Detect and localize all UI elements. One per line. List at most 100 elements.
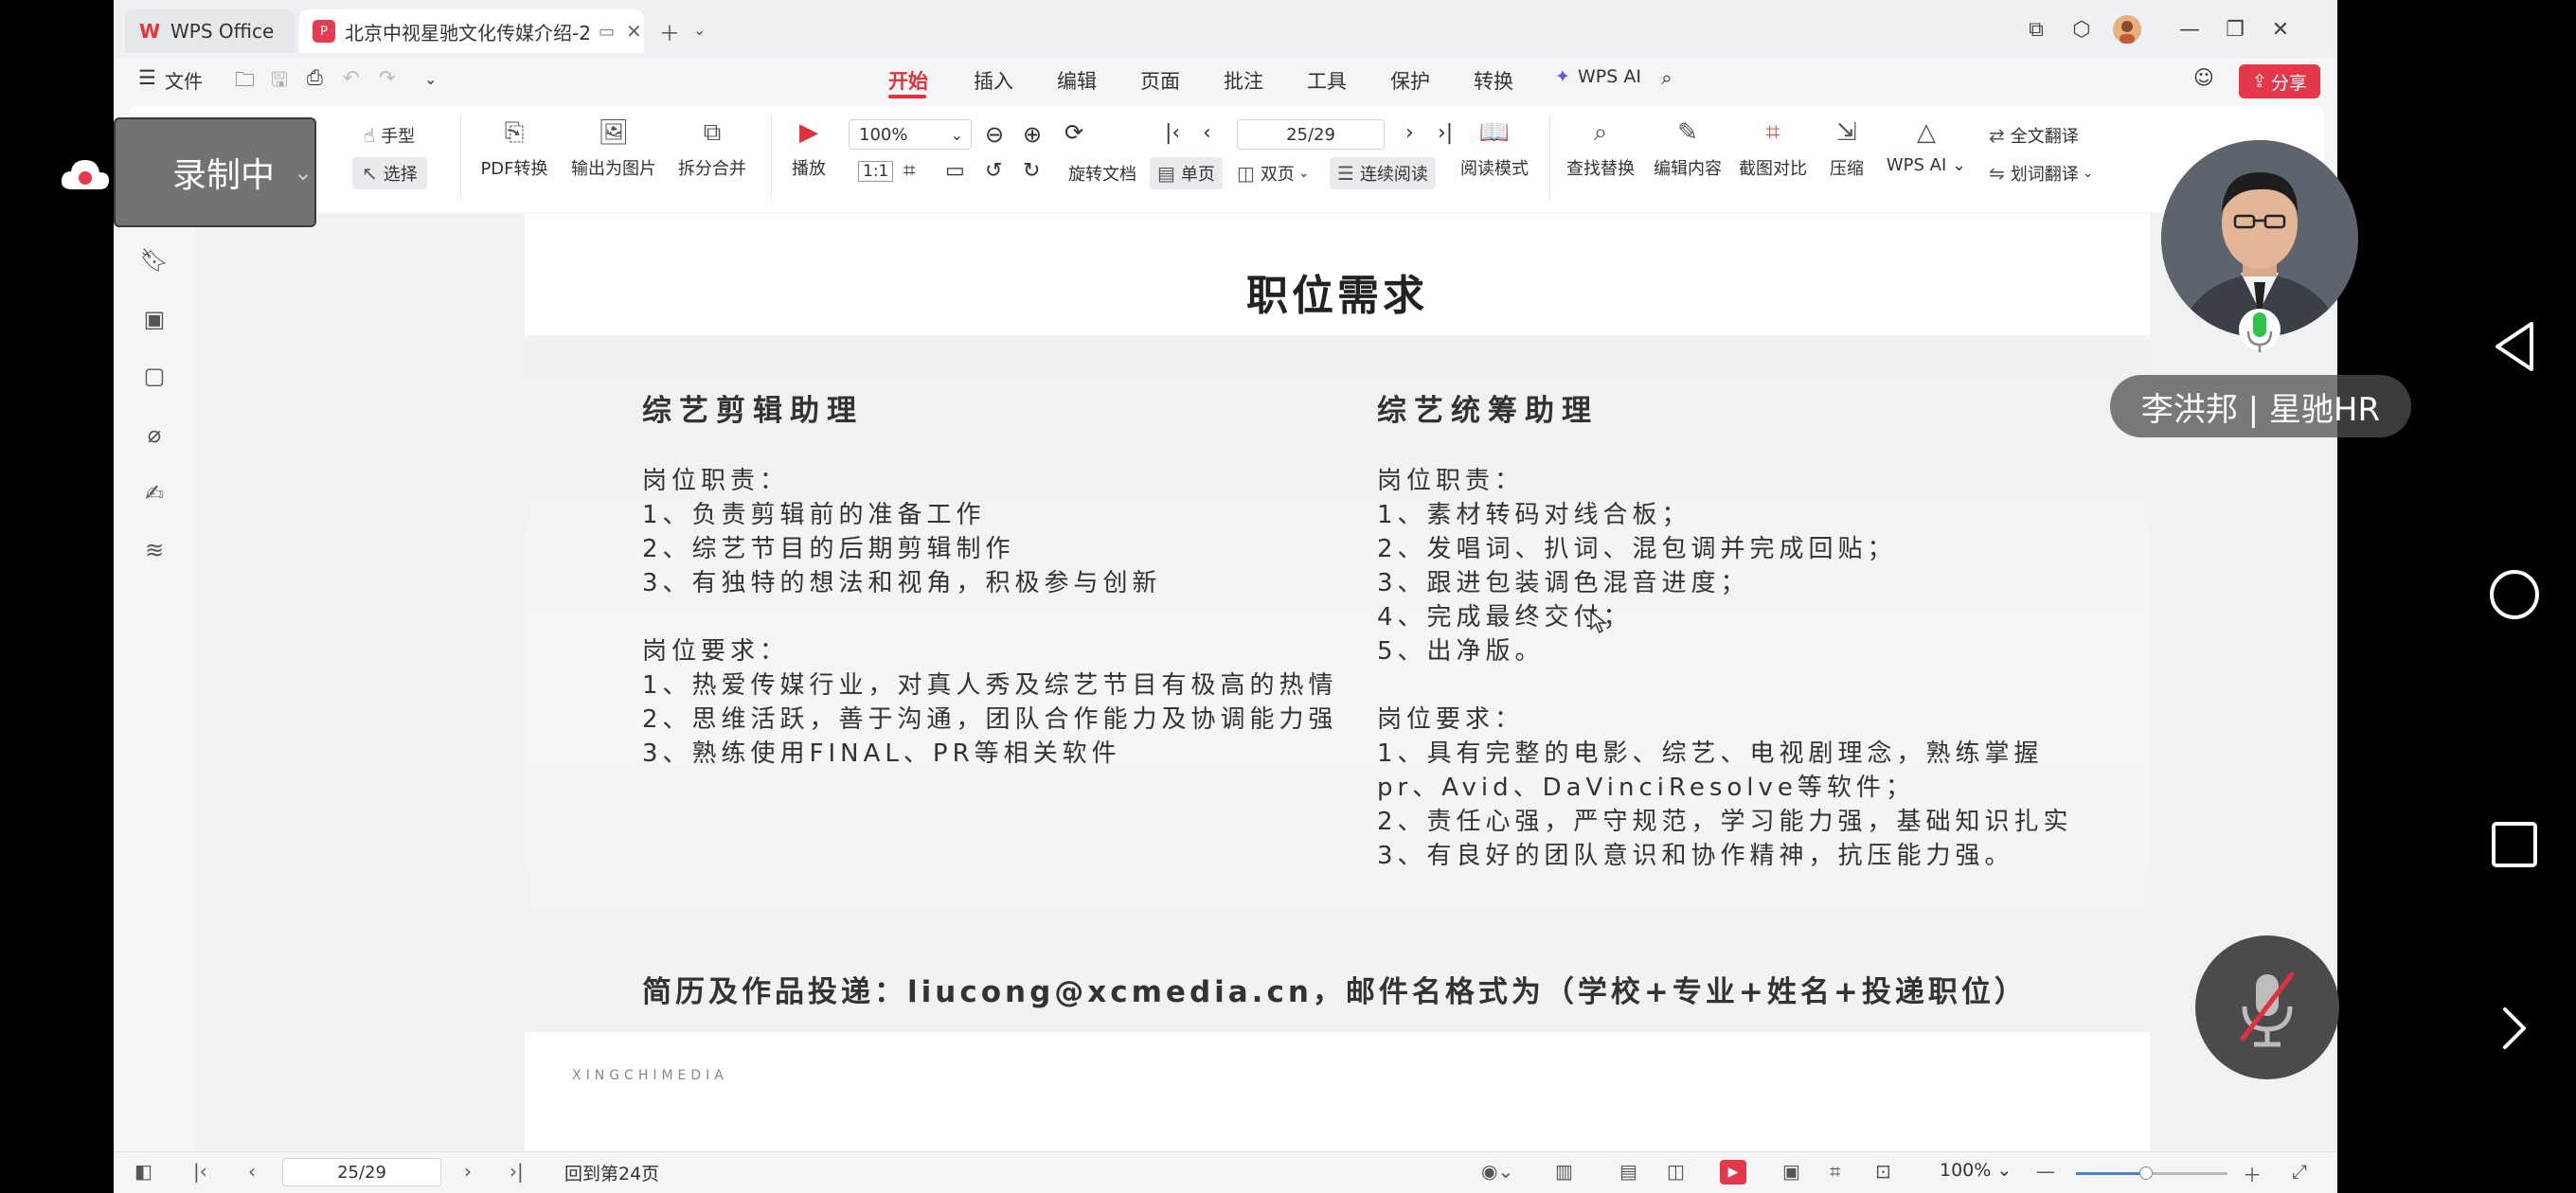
rotate-document-button[interactable]: 旋转文档 <box>1068 161 1136 186</box>
zoom-select[interactable]: 100% ⌄ <box>849 119 972 150</box>
eye-icon[interactable]: ◉⌄ <box>1481 1160 1513 1183</box>
continuous-read-button[interactable]: ☰ 连续阅读 <box>1330 157 1436 189</box>
zoom-slider[interactable] <box>2076 1166 2227 1180</box>
share-button[interactable]: ⇪ 分享 <box>2239 64 2320 98</box>
pdf-convert-button[interactable]: ⎘ PDF转换 <box>472 116 557 180</box>
avatar[interactable] <box>2108 13 2146 45</box>
pdf-page: 职位需求 综艺剪辑助理 岗位职责： 1、负责剪辑前的准备工作 2、综艺节目的后期… <box>525 214 2150 1151</box>
undo-icon[interactable]: ↶ <box>343 66 360 89</box>
split-merge-button[interactable]: ⧉ 拆分合并 <box>669 116 756 180</box>
screenshot-compare-button[interactable]: ⌗ 截图对比 <box>1733 116 1813 180</box>
home-nav-button[interactable] <box>2453 538 2576 651</box>
menu-wps-ai[interactable]: WPS AI <box>1578 66 1641 87</box>
actual-size-icon[interactable]: ⊡ <box>1875 1160 1891 1183</box>
sidebar-toggle-icon[interactable]: ◧ <box>134 1160 152 1183</box>
export-image-button[interactable]: 🖼 输出为图片 <box>568 116 659 180</box>
menu-insert[interactable]: 插入 <box>974 66 1013 95</box>
select-label: 选择 <box>383 165 418 185</box>
maximize-icon[interactable]: ❐ <box>2216 13 2254 45</box>
zoom-percentage[interactable]: 100% ⌄ <box>1940 1160 2012 1181</box>
last-page-icon[interactable]: ›| <box>510 1160 524 1183</box>
wps-ai-button[interactable]: △ WPS AI ⌄ <box>1883 116 1970 175</box>
window-restore-icon[interactable]: ⧉ <box>2017 13 2055 45</box>
play-button[interactable]: ▶ 播放 <box>782 116 835 180</box>
prev-page-icon[interactable]: ‹ <box>1203 121 1211 145</box>
bookmark-icon[interactable]: 🔖︎ <box>140 246 169 275</box>
recording-indicator[interactable]: 录制中 ⌄ <box>114 117 316 227</box>
zoom-in-icon[interactable]: ＋ <box>2243 1160 2262 1187</box>
signature-icon[interactable]: ✍ <box>140 479 169 507</box>
hand-tool-button[interactable]: ☝ 手型 <box>364 123 415 148</box>
new-tab-icon[interactable]: ＋ <box>659 17 680 47</box>
mute-microphone-button[interactable] <box>2195 935 2339 1079</box>
full-translate-button[interactable]: ⇄ 全文翻译 <box>1989 123 2079 148</box>
chevron-down-icon[interactable]: ⌄ <box>693 21 706 39</box>
close-window-icon[interactable]: ✕ <box>2262 13 2299 45</box>
menu-protect[interactable]: 保护 <box>1390 66 1430 95</box>
select-tool-button[interactable]: ↖ 选择 <box>352 157 427 189</box>
document-canvas[interactable]: 职位需求 综艺剪辑助理 岗位职责： 1、负责剪辑前的准备工作 2、综艺节目的后期… <box>195 214 2337 1151</box>
fit-page-icon[interactable]: ⌗ <box>1830 1160 1840 1183</box>
fit-page-icon[interactable]: ▭ <box>945 159 965 183</box>
word-translate-button[interactable]: ⇋ 划词翻译 ⌄ <box>1989 161 2094 186</box>
print-icon[interactable]: ⎙ <box>307 66 323 90</box>
redo-icon[interactable]: ↷ <box>379 66 396 89</box>
double-page-button[interactable]: ◫ 双页 ⌄ <box>1237 161 1310 186</box>
forward-nav-button[interactable] <box>2453 971 2576 1085</box>
rotate-icon[interactable]: ⟳ <box>1064 119 1083 146</box>
read-mode-button[interactable]: 📖 阅读模式 <box>1449 116 1540 180</box>
status-page-input[interactable]: 25/29 <box>282 1158 441 1186</box>
continuous-view-icon[interactable]: ▥ <box>1555 1160 1573 1183</box>
tab-wps-office[interactable]: W WPS Office <box>125 9 295 53</box>
chat-icon[interactable]: ☺ <box>2193 66 2214 89</box>
find-replace-button[interactable]: ⌕ 查找替换 <box>1561 116 1640 180</box>
next-page-icon[interactable]: › <box>1405 121 1414 145</box>
recents-nav-button[interactable] <box>2453 788 2576 901</box>
search-icon[interactable]: ⌕ <box>1661 66 1673 90</box>
next-page-icon[interactable]: › <box>464 1160 472 1183</box>
menu-page[interactable]: 页面 <box>1140 66 1180 95</box>
hamburger-icon[interactable]: ☰ <box>138 66 156 89</box>
double-page-view-icon[interactable]: ◫ <box>1667 1160 1685 1183</box>
tab-document[interactable]: P 北京中视星驰文化传媒介绍-2... ▭ ✕ <box>299 9 644 53</box>
close-tab-icon[interactable]: ✕ <box>626 20 642 43</box>
menu-tools[interactable]: 工具 <box>1307 66 1347 95</box>
fit-width-icon[interactable]: ⌗ <box>903 159 915 183</box>
slideshow-play-button[interactable]: ▶ <box>1720 1160 1746 1184</box>
image-export-icon: 🖼 <box>598 118 630 147</box>
comment-icon[interactable]: ▢ <box>140 362 169 390</box>
rotate-right-icon[interactable]: ↻ <box>1023 159 1040 183</box>
menu-start[interactable]: 开始 <box>888 66 928 95</box>
compress-button[interactable]: ⇲ 压缩 <box>1820 116 1873 180</box>
back-to-page-link[interactable]: 回到第24页 <box>564 1160 659 1185</box>
minimize-icon[interactable]: — <box>2171 13 2209 45</box>
thumbnail-icon[interactable]: ▣ <box>140 305 169 333</box>
open-folder-icon[interactable]: 🗀 <box>235 66 255 99</box>
zoom-out-icon[interactable]: ⊖ <box>985 121 1004 148</box>
actual-size-icon[interactable]: 1:1 <box>858 161 894 182</box>
single-page-view-icon[interactable]: ▤ <box>1619 1160 1637 1183</box>
attachment-icon[interactable]: ⌀ <box>140 420 169 449</box>
menu-edit[interactable]: 编辑 <box>1057 66 1097 95</box>
back-nav-button[interactable] <box>2453 290 2576 403</box>
menu-convert[interactable]: 转换 <box>1474 66 1513 95</box>
cube-icon[interactable]: ⬡ <box>2063 13 2101 45</box>
menu-file[interactable]: 文件 <box>165 66 203 94</box>
zoom-in-icon[interactable]: ⊕ <box>1023 121 1042 148</box>
single-page-button[interactable]: ▤ 单页 <box>1150 157 1223 189</box>
page-number-input[interactable]: 25/29 <box>1237 119 1385 150</box>
layers-icon[interactable]: ≋ <box>140 536 169 564</box>
fit-width-icon[interactable]: ▣ <box>1782 1160 1800 1183</box>
prev-page-icon[interactable]: ‹ <box>248 1160 256 1183</box>
zoom-out-icon[interactable]: — <box>2036 1160 2055 1183</box>
quick-access-dropdown-icon[interactable]: ⌄ <box>424 70 437 88</box>
zoom-slider-handle[interactable] <box>2138 1166 2153 1180</box>
edit-content-button[interactable]: ✎ 编辑内容 <box>1648 116 1727 180</box>
menu-annotate[interactable]: 批注 <box>1224 66 1263 95</box>
fullscreen-icon[interactable]: ⤢ <box>2292 1160 2307 1183</box>
rotate-left-icon[interactable]: ↺ <box>985 159 1002 183</box>
monitor-icon[interactable]: ▭ <box>599 22 615 42</box>
first-page-icon[interactable]: |‹ <box>1165 121 1180 145</box>
first-page-icon[interactable]: |‹ <box>193 1160 207 1183</box>
save-icon[interactable]: 🖫 <box>271 66 288 99</box>
